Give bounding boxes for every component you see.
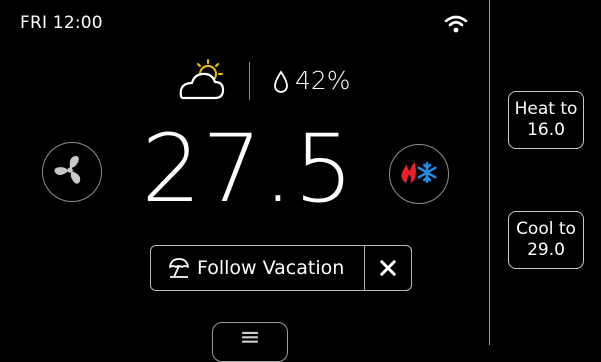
menu-icon <box>242 331 258 343</box>
fan-icon <box>54 155 81 184</box>
heat-cool-icon <box>401 161 437 184</box>
water-drop-icon <box>274 70 288 93</box>
current-temperature: 27.5 <box>141 115 355 224</box>
day-time: FRI 12:00 <box>20 13 103 33</box>
cool-setpoint-value: 29.0 <box>527 240 565 260</box>
heat-setpoint-value: 16.0 <box>527 120 565 140</box>
partly-cloudy-icon <box>179 59 225 100</box>
setpoint-panel: Heat to 16.0 Cool to 29.0 <box>490 0 601 345</box>
wifi-icon <box>444 15 468 33</box>
weather-divider <box>249 62 250 100</box>
menu-button[interactable] <box>212 322 288 362</box>
cool-setpoint-button[interactable]: Cool to 29.0 <box>508 211 584 269</box>
fan-button[interactable] <box>42 142 102 202</box>
close-icon <box>379 260 396 276</box>
thermostat-main-panel: FRI 12:00 42% 27.5 Follow Vacation <box>0 0 489 362</box>
humidity-value: 42% <box>295 66 351 95</box>
follow-vacation-button[interactable]: Follow Vacation <box>150 245 365 291</box>
follow-vacation-label: Follow Vacation <box>197 257 345 279</box>
vacation-close-button[interactable] <box>364 245 412 291</box>
heat-setpoint-label: Heat to <box>514 99 578 119</box>
cool-setpoint-label: Cool to <box>516 219 576 239</box>
heat-setpoint-button[interactable]: Heat to 16.0 <box>508 91 584 149</box>
beach-umbrella-icon <box>169 258 189 278</box>
mode-button[interactable] <box>389 144 449 204</box>
